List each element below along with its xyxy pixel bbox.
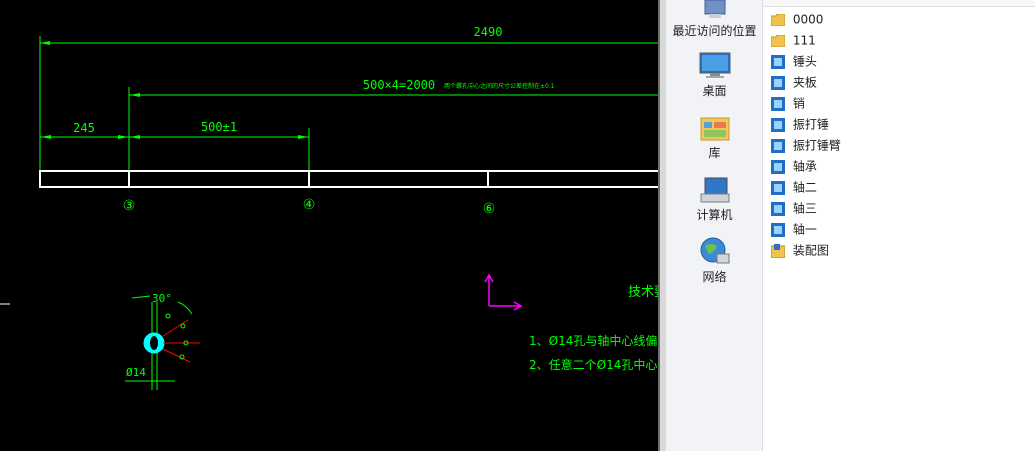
dim-arrow-total bbox=[40, 41, 50, 45]
network-icon bbox=[700, 237, 729, 264]
file-item-label: 0000 bbox=[792, 12, 824, 27]
part-file-icon bbox=[771, 159, 785, 174]
nav-item-label: 桌面 bbox=[702, 84, 727, 98]
tech-note-2: 2、任意二个Ø14孔中心 bbox=[529, 357, 657, 372]
part-file-icon bbox=[771, 201, 785, 216]
dim-arrow-series bbox=[130, 93, 140, 97]
recent-places-icon bbox=[704, 0, 725, 18]
folder-icon bbox=[771, 34, 785, 47]
detail-mark-1 bbox=[165, 313, 171, 319]
file-item-xiao[interactable]: 销 bbox=[771, 93, 805, 113]
file-item-label: 轴一 bbox=[792, 222, 817, 237]
hole-detail: 30° Ø14 bbox=[125, 292, 200, 390]
dim-arrow-pitch-b bbox=[298, 135, 308, 139]
assembly-file-icon bbox=[771, 243, 785, 258]
dim-arrow-left-b bbox=[118, 135, 128, 139]
computer-icon bbox=[700, 177, 729, 203]
dim-text-pitch: 500±1 bbox=[201, 120, 237, 134]
file-list-header bbox=[763, 0, 1035, 7]
file-item-label: 轴承 bbox=[792, 159, 817, 174]
cad-drawing-canvas[interactable]: 2490 500×4=2000 两个螺孔中心之间的尺寸公差控制在±0.1 245… bbox=[0, 0, 658, 451]
diameter-label: Ø14 bbox=[126, 366, 146, 379]
file-list-pane: 0000 111 锤头 夹板 销 振打锤 振打锤臂 轴承 轴二 轴三 轴一 装配… bbox=[763, 0, 1035, 451]
dim-arrow-left-a bbox=[41, 135, 51, 139]
nav-item-library[interactable]: 库 bbox=[666, 114, 763, 161]
dim-series-note: 两个螺孔中心之间的尺寸公差控制在±0.1 bbox=[444, 82, 555, 90]
tech-requirements-title: 技术要 bbox=[628, 285, 658, 300]
file-item-zhouyi[interactable]: 轴一 bbox=[771, 219, 817, 239]
part-outline bbox=[39, 170, 658, 188]
hole-center bbox=[150, 336, 158, 350]
file-item-zhuangpeitu[interactable]: 装配图 bbox=[771, 240, 829, 260]
file-item-label: 夹板 bbox=[792, 75, 817, 90]
nav-item-label: 库 bbox=[708, 146, 721, 160]
file-item-chuitou[interactable]: 锤头 bbox=[771, 51, 817, 71]
library-icon bbox=[700, 117, 729, 141]
ucs-icon bbox=[484, 273, 523, 311]
angle-leader bbox=[131, 295, 151, 299]
dim-text-series: 500×4=2000 bbox=[363, 78, 435, 92]
file-item-zhoucheng[interactable]: 轴承 bbox=[771, 156, 817, 176]
dim-arrow-pitch-a bbox=[130, 135, 140, 139]
part-file-icon bbox=[771, 75, 785, 90]
file-item-label: 装配图 bbox=[792, 243, 829, 258]
file-item-zhendachui[interactable]: 振打锤 bbox=[771, 114, 829, 134]
file-item-jiaban[interactable]: 夹板 bbox=[771, 72, 817, 92]
file-item-zhousan[interactable]: 轴三 bbox=[771, 198, 817, 218]
part-file-icon bbox=[771, 138, 785, 153]
pane-divider[interactable] bbox=[658, 0, 666, 451]
file-item-label: 振打锤 bbox=[792, 117, 829, 132]
detail-mark-2 bbox=[180, 323, 186, 329]
desktop-icon bbox=[699, 52, 730, 78]
marker-3: ③ bbox=[123, 198, 136, 214]
nav-item-recent-places[interactable]: 最近访问的位置 bbox=[666, 0, 763, 39]
file-item-label: 轴三 bbox=[792, 201, 817, 216]
file-item-label: 轴二 bbox=[792, 180, 817, 195]
angle-label: 30° bbox=[152, 292, 172, 305]
file-item-0000[interactable]: 0000 bbox=[771, 9, 823, 29]
part-file-icon bbox=[771, 180, 785, 195]
marker-4: ④ bbox=[303, 197, 316, 213]
navigation-pane: 最近访问的位置 桌面 库 计算机 网络 bbox=[666, 0, 763, 451]
folder-icon bbox=[771, 13, 785, 26]
file-item-label: 111 bbox=[792, 33, 816, 48]
file-item-111[interactable]: 111 bbox=[771, 30, 816, 50]
file-item-zhendachuibi[interactable]: 振打锤臂 bbox=[771, 135, 841, 155]
angle-arc bbox=[177, 301, 193, 315]
dim-text-left: 245 bbox=[73, 121, 95, 135]
file-item-label: 销 bbox=[792, 96, 805, 111]
marker-6: ⑥ bbox=[483, 201, 496, 217]
part-file-icon bbox=[771, 54, 785, 69]
nav-item-desktop[interactable]: 桌面 bbox=[666, 52, 763, 99]
nav-item-label: 最近访问的位置 bbox=[672, 24, 757, 38]
tech-note-1: 1、Ø14孔与轴中心线偏 bbox=[529, 333, 657, 348]
red-leader-3 bbox=[162, 348, 191, 363]
part-file-icon bbox=[771, 96, 785, 111]
file-item-label: 锤头 bbox=[792, 54, 817, 69]
part-file-icon bbox=[771, 222, 785, 237]
file-item-zhouer[interactable]: 轴二 bbox=[771, 177, 817, 197]
nav-item-network[interactable]: 网络 bbox=[666, 236, 763, 285]
dim-text-total: 2490 bbox=[474, 25, 503, 39]
nav-item-label: 网络 bbox=[702, 270, 727, 284]
cad-drawing[interactable]: 2490 500×4=2000 两个螺孔中心之间的尺寸公差控制在±0.1 245… bbox=[0, 0, 658, 451]
nav-item-computer[interactable]: 计算机 bbox=[666, 176, 763, 223]
part-file-icon bbox=[771, 117, 785, 132]
nav-item-label: 计算机 bbox=[696, 208, 733, 222]
file-item-label: 振打锤臂 bbox=[792, 138, 841, 153]
